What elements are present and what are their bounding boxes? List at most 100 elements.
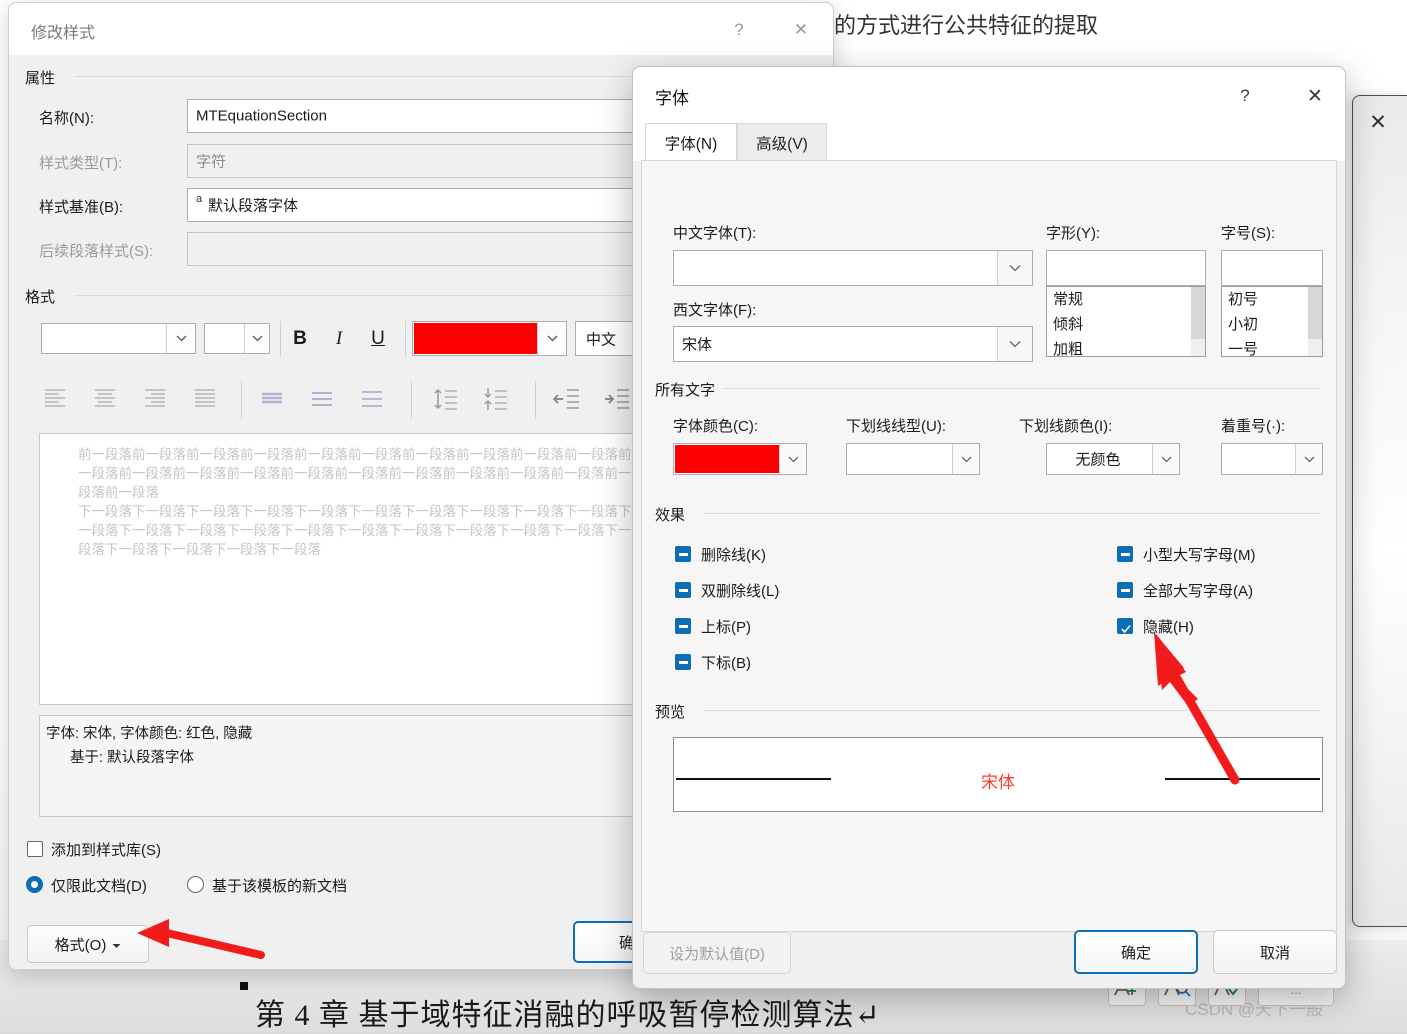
line-spacing-double-icon[interactable] [359,389,385,413]
font-size-label: 字号(S): [1221,225,1276,242]
western-font-combo[interactable]: 宋体 [673,326,1033,362]
underline-color-label: 下划线颜色(I): [1019,418,1113,435]
font-size-input[interactable] [1221,250,1323,286]
superscript-checkbox[interactable] [675,618,691,634]
list-item[interactable]: 一号 [1222,337,1322,362]
subscript-label: 下标(B) [701,655,751,672]
subscript-checkbox[interactable] [675,654,691,670]
format-menu-button[interactable]: 格式(O) [27,925,149,963]
close-icon[interactable]: ✕ [1358,100,1398,144]
chevron-down-icon[interactable] [779,444,806,474]
scrollbar[interactable] [1191,287,1205,356]
chinese-font-combo[interactable] [673,250,1033,286]
style-name-input[interactable]: MTEquationSection [187,99,643,133]
color-swatch [675,445,779,473]
list-item[interactable]: 初号 [1222,287,1322,312]
indeterminate-dash-icon [679,553,688,556]
font-family-combo[interactable] [41,323,196,354]
scrollbar[interactable] [1308,287,1322,356]
preview-before-paragraph: 前一段落前一段落前一段落前一段落前一段落前一段落前一段落前一段落前一段落前一段落… [78,447,632,501]
format-group-label: 格式 [25,289,56,306]
properties-group-label: 属性 [25,70,56,87]
document-body-text: 的方式进行公共特征的提取 [834,13,1099,38]
help-icon[interactable]: ? [719,13,759,47]
set-as-default-button[interactable]: 设为默认值(D) [643,932,791,974]
space-before-icon[interactable] [431,384,461,418]
underline-style-combo[interactable] [846,443,980,475]
font-cancel-button[interactable]: 取消 [1213,930,1337,974]
tab-font[interactable]: 字体(N) [645,123,737,161]
all-caps-checkbox[interactable] [1117,582,1133,598]
scrollbar-thumb[interactable] [1308,287,1322,339]
list-item[interactable]: 加粗 [1047,337,1205,362]
underline-color-combo[interactable]: 无颜色 [1046,443,1180,475]
chevron-down-icon[interactable] [1152,444,1179,474]
list-item[interactable]: 倾斜 [1047,312,1205,337]
preview-after-paragraph: 下一段落下一段落下一段落下一段落下一段落下一段落下一段落下一段落下一段落下一段落… [78,504,632,558]
line-spacing-single-icon[interactable] [259,389,285,413]
paragraph-bullet-marker [240,982,248,990]
align-right-icon[interactable] [141,386,169,416]
font-style-input[interactable] [1046,250,1206,286]
indeterminate-dash-icon [679,625,688,628]
chevron-down-icon[interactable] [537,322,566,355]
font-cancel-label: 取消 [1259,944,1290,962]
western-font-value: 宋体 [682,336,713,354]
chevron-down-icon[interactable] [952,444,979,474]
hidden-checkbox[interactable] [1117,618,1133,634]
modify-style-titlebar: 修改样式 ? ✕ [9,3,833,55]
line-spacing-onepointfive-icon[interactable] [309,389,335,413]
align-left-icon[interactable] [41,386,69,416]
chevron-down-icon[interactable] [244,324,269,353]
bold-button[interactable]: B [286,325,314,353]
underline-button[interactable]: U [364,325,392,353]
strikethrough-checkbox[interactable] [675,546,691,562]
list-item[interactable]: 常规 [1047,287,1205,312]
font-color-picker[interactable] [673,443,807,475]
indeterminate-dash-icon [1121,589,1130,592]
add-to-gallery-checkbox[interactable] [27,841,43,857]
scope-this-document-label: 仅限此文档(D) [51,878,147,895]
chevron-down-icon[interactable] [997,251,1032,285]
help-icon[interactable]: ? [1225,79,1265,113]
font-ok-button[interactable]: 确定 [1074,930,1198,974]
chevron-down-icon[interactable] [166,324,195,353]
font-size-combo[interactable] [204,323,270,354]
font-dialog-title: 字体 [655,89,689,108]
set-as-default-label: 设为默认值(D) [669,945,765,963]
scrollbar-thumb[interactable] [1191,287,1205,339]
close-icon[interactable]: ✕ [1295,79,1335,113]
italic-button[interactable]: I [325,325,353,353]
align-center-icon[interactable] [91,386,119,416]
style-type-value: 字符 [196,153,227,171]
chevron-down-icon[interactable] [1295,444,1322,474]
font-size-listbox[interactable]: 初号 小初 一号 [1221,286,1323,358]
align-justify-icon[interactable] [191,386,219,416]
font-style-listbox[interactable]: 常规 倾斜 加粗 [1046,286,1206,358]
all-text-group-label: 所有文字 [655,382,716,399]
close-icon[interactable]: ✕ [781,13,821,47]
small-caps-checkbox[interactable] [1117,546,1133,562]
toolbar-separator [241,381,242,419]
scope-this-document-radio[interactable] [26,876,43,893]
superscript-label: 上标(P) [701,619,751,636]
font-style-label: 字形(Y): [1046,225,1101,242]
space-after-icon[interactable] [481,384,511,418]
indeterminate-dash-icon [679,589,688,592]
decrease-indent-icon[interactable] [552,387,581,415]
style-type-label: 样式类型(T): [39,155,123,172]
increase-indent-icon[interactable] [603,387,631,415]
scope-new-documents-radio[interactable] [187,876,204,893]
tab-advanced[interactable]: 高级(V) [737,123,827,161]
font-color-picker[interactable] [412,321,567,356]
emphasis-mark-combo[interactable] [1221,443,1323,475]
western-font-label: 西文字体(F): [673,302,757,319]
scope-new-documents-label: 基于该模板的新文档 [212,878,348,895]
chevron-down-icon[interactable] [997,327,1032,361]
double-strikethrough-checkbox[interactable] [675,582,691,598]
list-item[interactable]: 小初 [1222,312,1322,337]
style-name-label: 名称(N): [39,110,94,127]
style-based-on-input[interactable]: a 默认段落字体 [187,188,643,222]
font-ok-label: 确定 [1120,944,1151,962]
font-preview-box: 宋体 [673,737,1323,812]
